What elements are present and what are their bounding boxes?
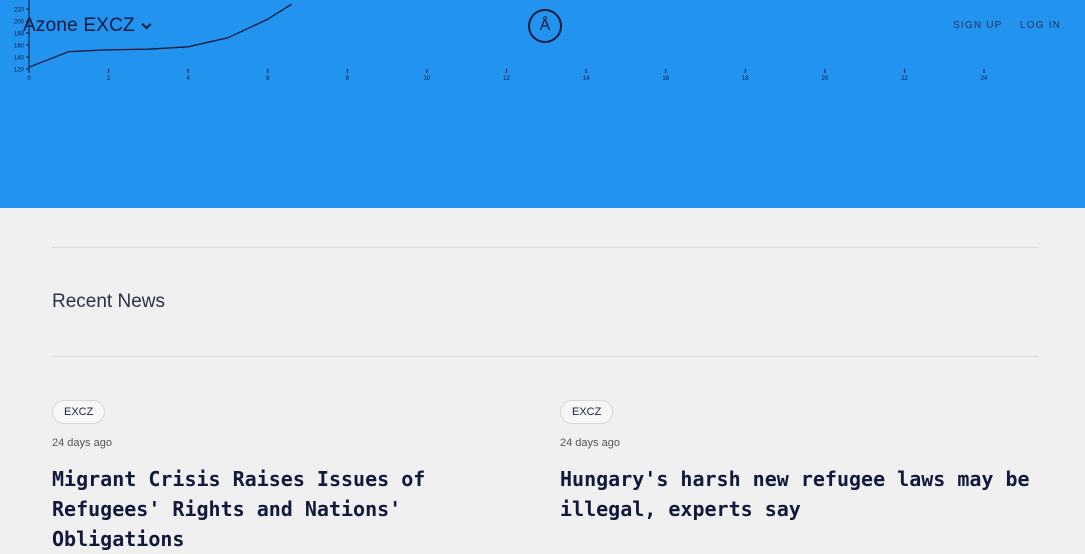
x-tick-label: 10 xyxy=(424,76,431,82)
x-tick-label: 2 xyxy=(107,76,111,82)
asset-name: Azone EXCZ xyxy=(23,15,135,36)
news-tag[interactable]: EXCZ xyxy=(52,400,106,424)
news-headline[interactable]: Migrant Crisis Raises Issues of Refugees… xyxy=(52,464,492,554)
news-timestamp: 24 days ago xyxy=(560,437,620,449)
y-tick-label: 160 xyxy=(14,44,25,50)
news-tag[interactable]: EXCZ xyxy=(560,400,614,424)
site-logo[interactable]: Å xyxy=(528,9,562,43)
x-tick-label: 8 xyxy=(346,76,350,82)
x-tick-label: 6 xyxy=(266,76,270,82)
chevron-down-icon xyxy=(141,19,152,29)
x-tick-label: 14 xyxy=(583,76,590,82)
x-tick-label: 0 xyxy=(27,76,31,82)
x-tick-label: 24 xyxy=(981,76,988,82)
x-tick-label: 16 xyxy=(662,76,669,82)
sign-up-link[interactable]: SIGN UP xyxy=(953,20,1003,31)
x-tick-label: 20 xyxy=(821,76,828,82)
y-tick-label: 120 xyxy=(14,68,25,74)
y-tick-label: 220 xyxy=(14,8,25,14)
logo-glyph: Å xyxy=(539,17,551,34)
divider xyxy=(52,247,1038,248)
hero-banner: 120 140 160 180 200 220 0 2 4 6 8 10 12 14 16 18 20 22 24 … xyxy=(0,0,1085,208)
x-tick-label: 4 xyxy=(186,76,190,82)
news-headline[interactable]: Hungary's harsh new refugee laws may be … xyxy=(560,464,1040,524)
section-title: Recent News xyxy=(52,291,165,312)
x-tick-label: 18 xyxy=(742,76,749,82)
log-in-link[interactable]: LOG IN xyxy=(1020,20,1061,31)
x-tick-label: 12 xyxy=(503,76,510,82)
news-timestamp: 24 days ago xyxy=(52,437,112,449)
x-tick-label: 22 xyxy=(901,76,908,82)
asset-selector[interactable]: Azone EXCZ xyxy=(23,14,152,38)
divider xyxy=(52,356,1038,357)
y-tick-label: 140 xyxy=(14,56,25,62)
